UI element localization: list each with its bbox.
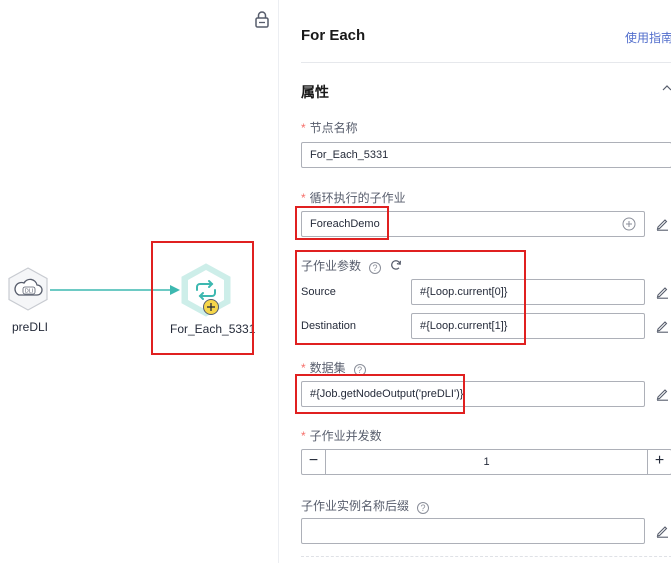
instance-suffix-label: 子作业实例名称后缀?: [301, 497, 430, 514]
edit-icon[interactable]: [655, 387, 669, 401]
concurrency-value[interactable]: 1: [326, 450, 647, 474]
required-mark: *: [301, 191, 306, 205]
panel-title: For Each: [301, 27, 366, 44]
sub-job-highlight: [295, 206, 389, 240]
section-title: 属性: [301, 84, 329, 100]
help-icon[interactable]: ?: [417, 502, 430, 514]
usage-guide-link[interactable]: 使用指南: [625, 29, 671, 46]
workflow-canvas[interactable]: DLI preDLI For_Each_5331: [0, 0, 278, 563]
node-name-input[interactable]: For_Each_5331: [301, 142, 671, 168]
panel-bottom-divider: [301, 556, 671, 557]
dataset-label-text: 数据集: [309, 361, 346, 375]
required-mark: *: [301, 121, 306, 135]
predli-node[interactable]: DLI: [6, 266, 50, 312]
dataset-highlight: [295, 374, 465, 414]
required-mark: *: [301, 429, 306, 443]
sub-job-label: * 循环执行的子作业: [301, 189, 406, 206]
instance-suffix-label-text: 子作业实例名称后缀: [301, 499, 410, 513]
instance-suffix-input[interactable]: [301, 518, 645, 544]
required-mark: *: [301, 361, 306, 375]
chevron-up-icon[interactable]: [662, 83, 671, 93]
node-name-label: * 节点名称: [301, 119, 358, 136]
properties-panel: For Each 使用指南 属性 * 节点名称 For_Each_5331 * 循环…: [278, 0, 671, 563]
concurrency-stepper: − 1 +: [301, 449, 671, 475]
concurrency-label-text: 子作业并发数: [309, 429, 382, 443]
concurrency-label: * 子作业并发数: [301, 427, 382, 444]
edit-icon[interactable]: [655, 285, 669, 299]
edit-icon[interactable]: [655, 524, 669, 538]
predli-node-label: preDLI: [12, 320, 49, 334]
increment-button[interactable]: +: [647, 450, 671, 474]
decrement-button[interactable]: −: [302, 450, 326, 474]
add-circle-icon[interactable]: [622, 217, 636, 231]
lock-icon[interactable]: [254, 10, 270, 28]
edit-icon[interactable]: [655, 217, 669, 231]
edit-icon[interactable]: [655, 319, 669, 333]
node-name-label-text: 节点名称: [309, 121, 358, 135]
sub-job-label-text: 循环执行的子作业: [309, 191, 406, 205]
sub-job-params-highlight: [295, 250, 526, 345]
foreach-node-highlight: [151, 241, 254, 355]
node-badge: DLI: [25, 289, 34, 295]
panel-divider: [301, 62, 671, 63]
